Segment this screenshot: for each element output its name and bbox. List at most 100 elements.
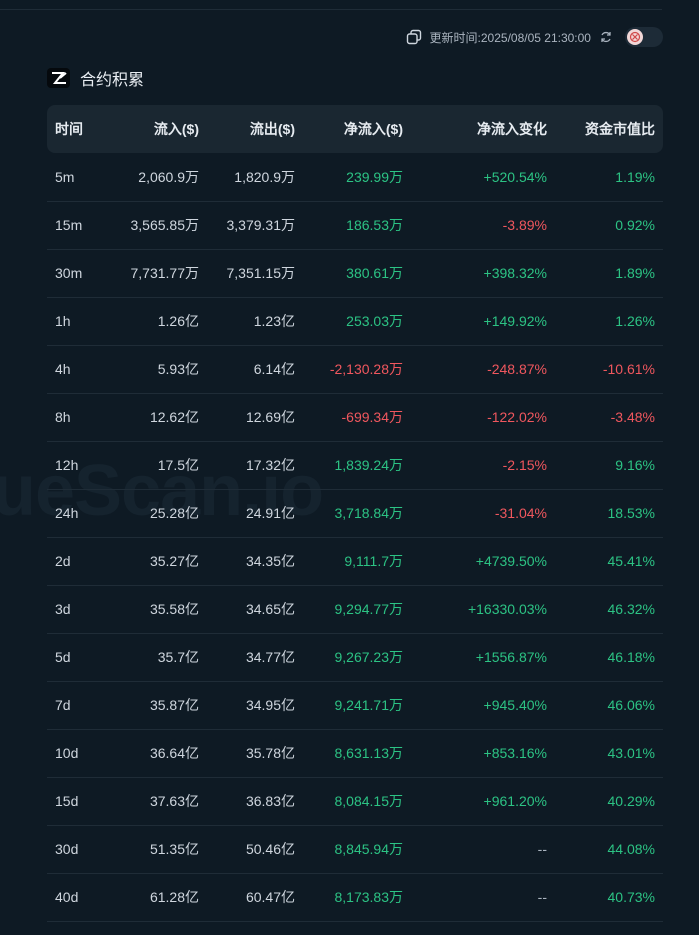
- table-row: 40d 61.28亿 60.47亿 8,173.83万 -- 40.73%: [47, 873, 663, 921]
- cell-netflow: 9,294.77万: [334, 601, 404, 617]
- cell-inflow: 7,731.77万: [130, 265, 200, 281]
- cell-net-change: +398.32%: [483, 265, 547, 281]
- cell-netflow: 239.99万: [346, 168, 403, 185]
- cell-netflow: 186.53万: [346, 217, 403, 233]
- cell-netflow: 1,839.24万: [334, 457, 404, 473]
- cell-netflow: 8,173.83万: [334, 889, 404, 905]
- col-header-cap-ratio: 资金市值比: [585, 121, 655, 137]
- cell-cap-ratio: 40.73%: [607, 889, 655, 905]
- cell-cap-ratio: 40.29%: [607, 793, 655, 809]
- cell-time: 5m: [55, 168, 75, 185]
- col-header-time: 时间: [55, 121, 83, 137]
- cell-netflow: 3,718.84万: [334, 505, 404, 521]
- table-row: 8h 12.62亿 12.69亿 -699.34万 -122.02% -3.48%: [47, 393, 663, 441]
- cell-inflow: 17.5亿: [157, 457, 199, 473]
- table-row: 15d 37.63亿 36.83亿 8,084.15万 +961.20% 40.29%: [47, 777, 663, 825]
- cell-net-change: -122.02%: [487, 409, 547, 425]
- cell-time: 12h: [55, 457, 79, 473]
- cell-inflow: 35.7亿: [157, 649, 199, 665]
- cell-cap-ratio: 46.06%: [607, 697, 655, 713]
- cell-outflow: 17.32亿: [245, 457, 295, 473]
- cell-net-change: +945.40%: [483, 697, 547, 713]
- cell-time: 8h: [55, 409, 71, 425]
- table-row: 10d 36.64亿 35.78亿 8,631.13万 +853.16% 43.01%: [47, 729, 663, 777]
- cell-outflow: 7,351.15万: [226, 265, 296, 281]
- toggle-knob-icon: [627, 29, 643, 45]
- update-bar: 更新时间:2025/08/05 21:30:00: [406, 26, 663, 48]
- cell-net-change: --: [537, 841, 547, 857]
- table-row: 5m 2,060.9万 1,820.9万 239.99万 +520.54% 1.19%: [47, 153, 663, 201]
- cell-cap-ratio: 1.89%: [615, 265, 655, 281]
- cell-time: 30m: [55, 265, 83, 281]
- cell-netflow: 253.03万: [346, 313, 403, 329]
- cell-outflow: 6.14亿: [253, 361, 295, 377]
- col-header-netflow: 净流入($): [343, 121, 403, 137]
- cell-cap-ratio: 45.41%: [607, 553, 655, 569]
- cell-time: 15d: [55, 793, 79, 809]
- cell-inflow: 51.35亿: [149, 841, 199, 857]
- cell-outflow: 1.23亿: [253, 313, 295, 329]
- cell-outflow: 36.83亿: [245, 793, 295, 809]
- cell-netflow: 9,241.71万: [334, 697, 404, 713]
- cell-outflow: 34.77亿: [245, 649, 295, 665]
- cell-outflow: 3,379.31万: [226, 217, 296, 233]
- cell-net-change: -31.04%: [494, 505, 547, 521]
- table-row: 30d 51.35亿 50.46亿 8,845.94万 -- 44.08%: [47, 825, 663, 873]
- cell-netflow: 8,845.94万: [334, 841, 404, 857]
- cell-time: 3d: [55, 601, 71, 617]
- cell-net-change: -3.89%: [502, 217, 547, 233]
- cell-inflow: 1.26亿: [157, 313, 199, 329]
- cell-inflow: 35.87亿: [149, 697, 199, 713]
- table-row: 1h 1.26亿 1.23亿 253.03万 +149.92% 1.26%: [47, 297, 663, 345]
- cell-net-change: +16330.03%: [467, 601, 547, 617]
- cell-netflow: -2,130.28万: [329, 361, 403, 377]
- toggle-switch[interactable]: [625, 27, 663, 47]
- cell-net-change: --: [537, 889, 547, 905]
- cell-cap-ratio: 9.16%: [615, 457, 655, 473]
- cell-time: 10d: [55, 745, 79, 761]
- table-row: 2d 35.27亿 34.35亿 9,111.7万 +4739.50% 45.41%: [47, 537, 663, 585]
- copy-icon[interactable]: [406, 29, 422, 45]
- cell-outflow: 24.91亿: [245, 505, 295, 521]
- table-row: 3d 35.58亿 34.65亿 9,294.77万 +16330.03% 46.32%: [47, 585, 663, 633]
- cell-cap-ratio: 18.53%: [607, 505, 655, 521]
- cell-net-change: -2.15%: [502, 457, 547, 473]
- cell-outflow: 34.95亿: [245, 697, 295, 713]
- cell-netflow: -699.34万: [341, 409, 403, 425]
- cell-net-change: +961.20%: [483, 793, 547, 809]
- cell-outflow: 34.65亿: [245, 601, 295, 617]
- cell-net-change: +853.16%: [483, 745, 547, 761]
- cell-net-change: +4739.50%: [475, 553, 547, 569]
- cell-inflow: 36.64亿: [149, 745, 199, 761]
- top-divider: [0, 9, 662, 10]
- cell-time: 30d: [55, 841, 79, 857]
- accumulation-table: 时间 流入($) 流出($) 净流入($) 净流入变化 资金市值比 5m 2,06…: [47, 105, 663, 922]
- exchange-logo-icon: [47, 68, 70, 88]
- refresh-icon[interactable]: [599, 30, 613, 44]
- cell-time: 5d: [55, 649, 71, 665]
- cell-cap-ratio: -10.61%: [602, 361, 655, 377]
- cell-net-change: +149.92%: [483, 313, 547, 329]
- col-header-inflow: 流入($): [153, 121, 199, 137]
- cell-time: 4h: [55, 361, 71, 377]
- cell-inflow: 61.28亿: [149, 889, 199, 905]
- cell-outflow: 60.47亿: [245, 889, 295, 905]
- cell-netflow: 9,267.23万: [334, 649, 404, 665]
- cell-inflow: 5.93亿: [157, 361, 199, 377]
- section-title: 合约积累: [80, 72, 145, 89]
- cell-time: 2d: [55, 553, 71, 569]
- cell-inflow: 25.28亿: [149, 505, 199, 521]
- cell-time: 40d: [55, 889, 79, 905]
- cell-time: 24h: [55, 505, 79, 521]
- cell-time: 1h: [55, 313, 71, 329]
- cell-cap-ratio: 0.92%: [615, 217, 655, 233]
- cell-time: 15m: [55, 217, 83, 233]
- cell-outflow: 50.46亿: [245, 841, 295, 857]
- table-row: 7d 35.87亿 34.95亿 9,241.71万 +945.40% 46.06%: [47, 681, 663, 729]
- cell-cap-ratio: 1.19%: [615, 168, 655, 185]
- col-header-outflow: 流出($): [249, 121, 295, 137]
- table-row: 5d 35.7亿 34.77亿 9,267.23万 +1556.87% 46.18%: [47, 633, 663, 681]
- table-body: 5m 2,060.9万 1,820.9万 239.99万 +520.54% 1.19% 15…: [47, 153, 663, 921]
- cell-cap-ratio: 44.08%: [607, 841, 655, 857]
- cell-netflow: 8,084.15万: [334, 793, 404, 809]
